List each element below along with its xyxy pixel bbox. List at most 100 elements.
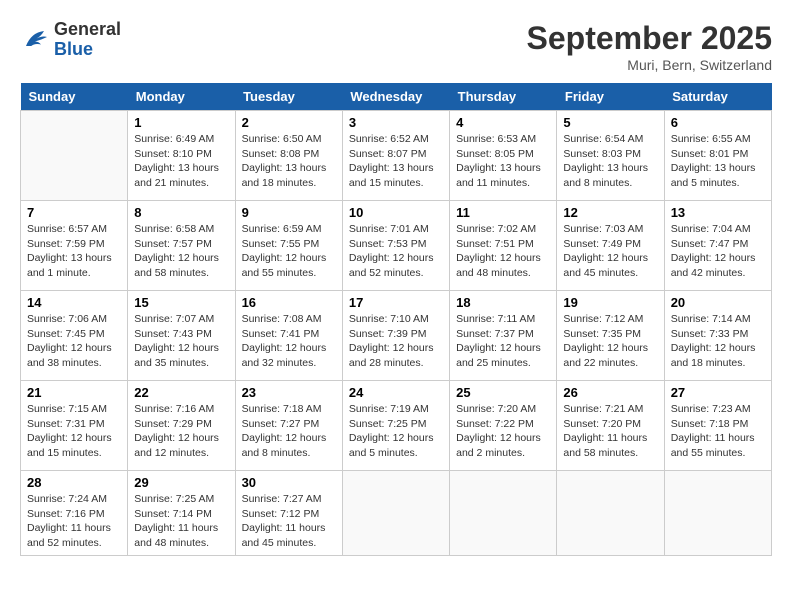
calendar-cell: 5 Sunrise: 6:54 AMSunset: 8:03 PMDaylight… xyxy=(557,111,664,201)
logo-general: General xyxy=(54,20,121,40)
cell-info: Sunrise: 7:12 AMSunset: 7:35 PMDaylight:… xyxy=(563,312,657,371)
date-number: 12 xyxy=(563,205,657,220)
date-number: 17 xyxy=(349,295,443,310)
cell-info: Sunrise: 7:14 AMSunset: 7:33 PMDaylight:… xyxy=(671,312,765,371)
calendar-cell: 1 Sunrise: 6:49 AMSunset: 8:10 PMDaylight… xyxy=(128,111,235,201)
cell-info: Sunrise: 6:53 AMSunset: 8:05 PMDaylight:… xyxy=(456,132,550,191)
date-number: 10 xyxy=(349,205,443,220)
calendar-cell: 22 Sunrise: 7:16 AMSunset: 7:29 PMDayligh… xyxy=(128,381,235,471)
calendar-cell: 27Sunrise: 7:23 AMSunset: 7:18 PMDayligh… xyxy=(664,381,771,471)
cell-info: Sunrise: 7:27 AMSunset: 7:12 PMDaylight:… xyxy=(242,492,336,551)
calendar-cell: 6 Sunrise: 6:55 AMSunset: 8:01 PMDaylight… xyxy=(664,111,771,201)
calendar-cell: 8Sunrise: 6:58 AMSunset: 7:57 PMDaylight… xyxy=(128,201,235,291)
cell-info: Sunrise: 7:15 AMSunset: 7:31 PMDaylight:… xyxy=(27,402,121,461)
cell-info: Sunrise: 7:24 AMSunset: 7:16 PMDaylight:… xyxy=(27,492,121,551)
day-header-sunday: Sunday xyxy=(21,83,128,111)
cell-info: Sunrise: 7:06 AMSunset: 7:45 PMDaylight:… xyxy=(27,312,121,371)
calendar-cell: 14 Sunrise: 7:06 AMSunset: 7:45 PMDayligh… xyxy=(21,291,128,381)
calendar-cell: 2 Sunrise: 6:50 AMSunset: 8:08 PMDaylight… xyxy=(235,111,342,201)
calendar-cell: 25Sunrise: 7:20 AMSunset: 7:22 PMDayligh… xyxy=(450,381,557,471)
calendar-cell: 20 Sunrise: 7:14 AMSunset: 7:33 PMDayligh… xyxy=(664,291,771,381)
calendar-cell: 16Sunrise: 7:08 AMSunset: 7:41 PMDayligh… xyxy=(235,291,342,381)
cell-info: Sunrise: 7:10 AMSunset: 7:39 PMDaylight:… xyxy=(349,312,443,371)
calendar-cell xyxy=(21,111,128,201)
day-header-wednesday: Wednesday xyxy=(342,83,449,111)
calendar-cell: 11Sunrise: 7:02 AMSunset: 7:51 PMDayligh… xyxy=(450,201,557,291)
day-header-thursday: Thursday xyxy=(450,83,557,111)
title-area: September 2025 Muri, Bern, Switzerland xyxy=(527,20,772,73)
week-row-3: 14 Sunrise: 7:06 AMSunset: 7:45 PMDayligh… xyxy=(21,291,772,381)
cell-info: Sunrise: 7:18 AMSunset: 7:27 PMDaylight:… xyxy=(242,402,336,461)
date-number: 21 xyxy=(27,385,121,400)
date-number: 15 xyxy=(134,295,228,310)
week-row-5: 28Sunrise: 7:24 AMSunset: 7:16 PMDayligh… xyxy=(21,471,772,556)
date-number: 22 xyxy=(134,385,228,400)
calendar-cell: 28Sunrise: 7:24 AMSunset: 7:16 PMDayligh… xyxy=(21,471,128,556)
cell-info: Sunrise: 6:52 AMSunset: 8:07 PMDaylight:… xyxy=(349,132,443,191)
logo-icon xyxy=(20,25,50,55)
cell-info: Sunrise: 7:20 AMSunset: 7:22 PMDaylight:… xyxy=(456,402,550,461)
calendar-cell xyxy=(664,471,771,556)
date-number: 27 xyxy=(671,385,765,400)
calendar-cell: 13 Sunrise: 7:04 AMSunset: 7:47 PMDayligh… xyxy=(664,201,771,291)
page-header: General Blue September 2025 Muri, Bern, … xyxy=(20,20,772,73)
cell-info: Sunrise: 7:25 AMSunset: 7:14 PMDaylight:… xyxy=(134,492,228,551)
date-number: 7 xyxy=(27,205,121,220)
calendar-cell: 3 Sunrise: 6:52 AMSunset: 8:07 PMDaylight… xyxy=(342,111,449,201)
calendar-cell: 29 Sunrise: 7:25 AMSunset: 7:14 PMDayligh… xyxy=(128,471,235,556)
calendar-cell xyxy=(342,471,449,556)
date-number: 14 xyxy=(27,295,121,310)
cell-info: Sunrise: 7:07 AMSunset: 7:43 PMDaylight:… xyxy=(134,312,228,371)
date-number: 9 xyxy=(242,205,336,220)
cell-info: Sunrise: 7:04 AMSunset: 7:47 PMDaylight:… xyxy=(671,222,765,281)
cell-info: Sunrise: 7:16 AMSunset: 7:29 PMDaylight:… xyxy=(134,402,228,461)
cell-info: Sunrise: 7:21 AMSunset: 7:20 PMDaylight:… xyxy=(563,402,657,461)
calendar-cell: 21 Sunrise: 7:15 AMSunset: 7:31 PMDayligh… xyxy=(21,381,128,471)
date-number: 2 xyxy=(242,115,336,130)
cell-info: Sunrise: 6:49 AMSunset: 8:10 PMDaylight:… xyxy=(134,132,228,191)
cell-info: Sunrise: 6:58 AMSunset: 7:57 PMDaylight:… xyxy=(134,222,228,281)
week-row-2: 7 Sunrise: 6:57 AMSunset: 7:59 PMDaylight… xyxy=(21,201,772,291)
date-number: 30 xyxy=(242,475,336,490)
month-title: September 2025 xyxy=(527,20,772,57)
calendar-cell: 4Sunrise: 6:53 AMSunset: 8:05 PMDaylight… xyxy=(450,111,557,201)
calendar-cell: 19Sunrise: 7:12 AMSunset: 7:35 PMDayligh… xyxy=(557,291,664,381)
calendar-cell: 10 Sunrise: 7:01 AMSunset: 7:53 PMDayligh… xyxy=(342,201,449,291)
date-number: 23 xyxy=(242,385,336,400)
cell-info: Sunrise: 7:01 AMSunset: 7:53 PMDaylight:… xyxy=(349,222,443,281)
cell-info: Sunrise: 7:03 AMSunset: 7:49 PMDaylight:… xyxy=(563,222,657,281)
location: Muri, Bern, Switzerland xyxy=(527,57,772,73)
cell-info: Sunrise: 6:59 AMSunset: 7:55 PMDaylight:… xyxy=(242,222,336,281)
days-header-row: SundayMondayTuesdayWednesdayThursdayFrid… xyxy=(21,83,772,111)
cell-info: Sunrise: 6:57 AMSunset: 7:59 PMDaylight:… xyxy=(27,222,121,281)
week-row-4: 21 Sunrise: 7:15 AMSunset: 7:31 PMDayligh… xyxy=(21,381,772,471)
date-number: 20 xyxy=(671,295,765,310)
date-number: 3 xyxy=(349,115,443,130)
date-number: 11 xyxy=(456,205,550,220)
date-number: 5 xyxy=(563,115,657,130)
calendar-cell: 24Sunrise: 7:19 AMSunset: 7:25 PMDayligh… xyxy=(342,381,449,471)
calendar-cell: 23 Sunrise: 7:18 AMSunset: 7:27 PMDayligh… xyxy=(235,381,342,471)
date-number: 1 xyxy=(134,115,228,130)
day-header-friday: Friday xyxy=(557,83,664,111)
calendar-cell: 12 Sunrise: 7:03 AMSunset: 7:49 PMDayligh… xyxy=(557,201,664,291)
cell-info: Sunrise: 6:54 AMSunset: 8:03 PMDaylight:… xyxy=(563,132,657,191)
calendar-cell xyxy=(557,471,664,556)
date-number: 18 xyxy=(456,295,550,310)
cell-info: Sunrise: 7:11 AMSunset: 7:37 PMDaylight:… xyxy=(456,312,550,371)
calendar-cell: 26 Sunrise: 7:21 AMSunset: 7:20 PMDayligh… xyxy=(557,381,664,471)
day-header-saturday: Saturday xyxy=(664,83,771,111)
date-number: 13 xyxy=(671,205,765,220)
day-header-tuesday: Tuesday xyxy=(235,83,342,111)
date-number: 26 xyxy=(563,385,657,400)
logo: General Blue xyxy=(20,20,121,60)
calendar-cell xyxy=(450,471,557,556)
date-number: 29 xyxy=(134,475,228,490)
cell-info: Sunrise: 7:19 AMSunset: 7:25 PMDaylight:… xyxy=(349,402,443,461)
cell-info: Sunrise: 6:55 AMSunset: 8:01 PMDaylight:… xyxy=(671,132,765,191)
cell-info: Sunrise: 6:50 AMSunset: 8:08 PMDaylight:… xyxy=(242,132,336,191)
week-row-1: 1 Sunrise: 6:49 AMSunset: 8:10 PMDaylight… xyxy=(21,111,772,201)
date-number: 6 xyxy=(671,115,765,130)
calendar-cell: 17 Sunrise: 7:10 AMSunset: 7:39 PMDayligh… xyxy=(342,291,449,381)
logo-blue: Blue xyxy=(54,40,121,60)
